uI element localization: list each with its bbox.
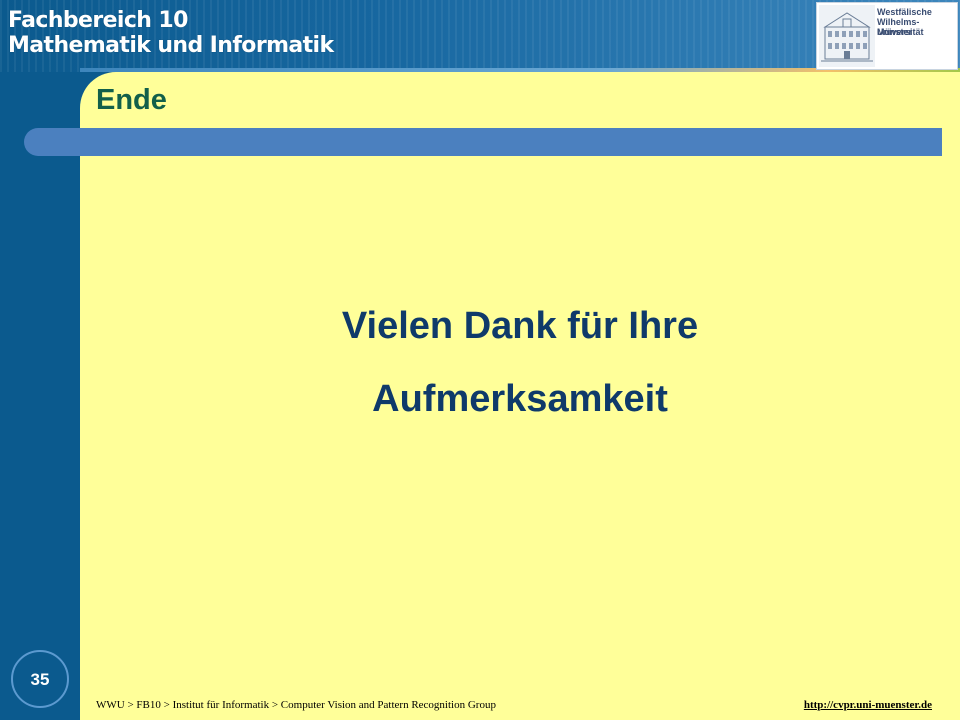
footer-url-link[interactable]: http://cvpr.uni-muenster.de [804, 699, 932, 711]
page-number-badge: 35 [11, 650, 69, 708]
page-number: 35 [30, 670, 50, 689]
university-building-icon [819, 5, 875, 67]
department-name-line2: Mathematik und Informatik [8, 33, 334, 58]
left-sidebar-bar [0, 0, 80, 720]
university-name-line3: Münster [877, 27, 913, 37]
title-underline-bar [24, 128, 942, 156]
university-name-line1: Westfälische [877, 7, 932, 17]
footer-breadcrumb: WWU > FB10 > Institut für Informatik > C… [96, 699, 496, 711]
message-line2: Aufmerksamkeit [372, 378, 668, 420]
slide-title: Ende [96, 84, 167, 116]
department-name-line1: Fachbereich 10 [8, 8, 188, 33]
message-line1: Vielen Dank für Ihre [341, 305, 699, 347]
university-logo: Westfälische Wilhelms-Universität Münste… [816, 2, 958, 70]
